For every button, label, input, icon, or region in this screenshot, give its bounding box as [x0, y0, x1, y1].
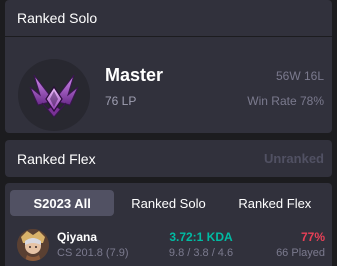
- champion-win-rate: 77%: [300, 230, 325, 244]
- queue-tabs: S2023 All Ranked Solo Ranked Flex: [5, 183, 332, 223]
- champion-kda: 3.72:1 KDA: [169, 230, 233, 244]
- ranked-flex-card: Ranked Flex Unranked: [5, 140, 332, 177]
- ranked-solo-card: Ranked Solo Master 76 LP 56W 16L Win Rat…: [5, 0, 332, 133]
- champion-kda-detail: 9.8 / 3.8 / 4.6: [168, 247, 234, 259]
- ranked-profile-panel: Ranked Solo Master 76 LP 56W 16L Win Rat…: [0, 0, 337, 266]
- win-loss-record: 56W 16L: [275, 69, 324, 83]
- champion-cs: CS 201.8 (7.9): [57, 247, 129, 259]
- ranked-flex-row: Ranked Flex Unranked: [5, 140, 332, 177]
- ranked-solo-header: Ranked Solo: [17, 10, 98, 26]
- tab-ranked-solo[interactable]: Ranked Solo: [116, 190, 220, 216]
- champion-avatar: [17, 229, 49, 261]
- tier-emblem: [18, 59, 90, 131]
- master-emblem-icon: [29, 74, 79, 118]
- ranked-solo-body: Master 76 LP 56W 16L Win Rate 78%: [5, 37, 332, 133]
- qiyana-portrait-icon: [17, 229, 49, 261]
- tier-name: Master: [105, 65, 164, 85]
- champion-name: Qiyana: [57, 230, 98, 244]
- win-rate: Win Rate 78%: [247, 94, 324, 108]
- champion-stats-card: S2023 All Ranked Solo Ranked Flex Qiyana…: [5, 183, 332, 266]
- champion-games-played: 66 Played: [276, 247, 325, 259]
- tab-s2023-all[interactable]: S2023 All: [10, 190, 115, 216]
- tab-ranked-flex[interactable]: Ranked Flex: [223, 190, 327, 216]
- unranked-status: Unranked: [264, 151, 324, 166]
- ranked-flex-header: Ranked Flex: [17, 150, 96, 167]
- league-points: 76 LP: [105, 94, 137, 108]
- champion-row[interactable]: Qiyana CS 201.8 (7.9) 3.72:1 KDA 9.8 / 3…: [5, 223, 332, 266]
